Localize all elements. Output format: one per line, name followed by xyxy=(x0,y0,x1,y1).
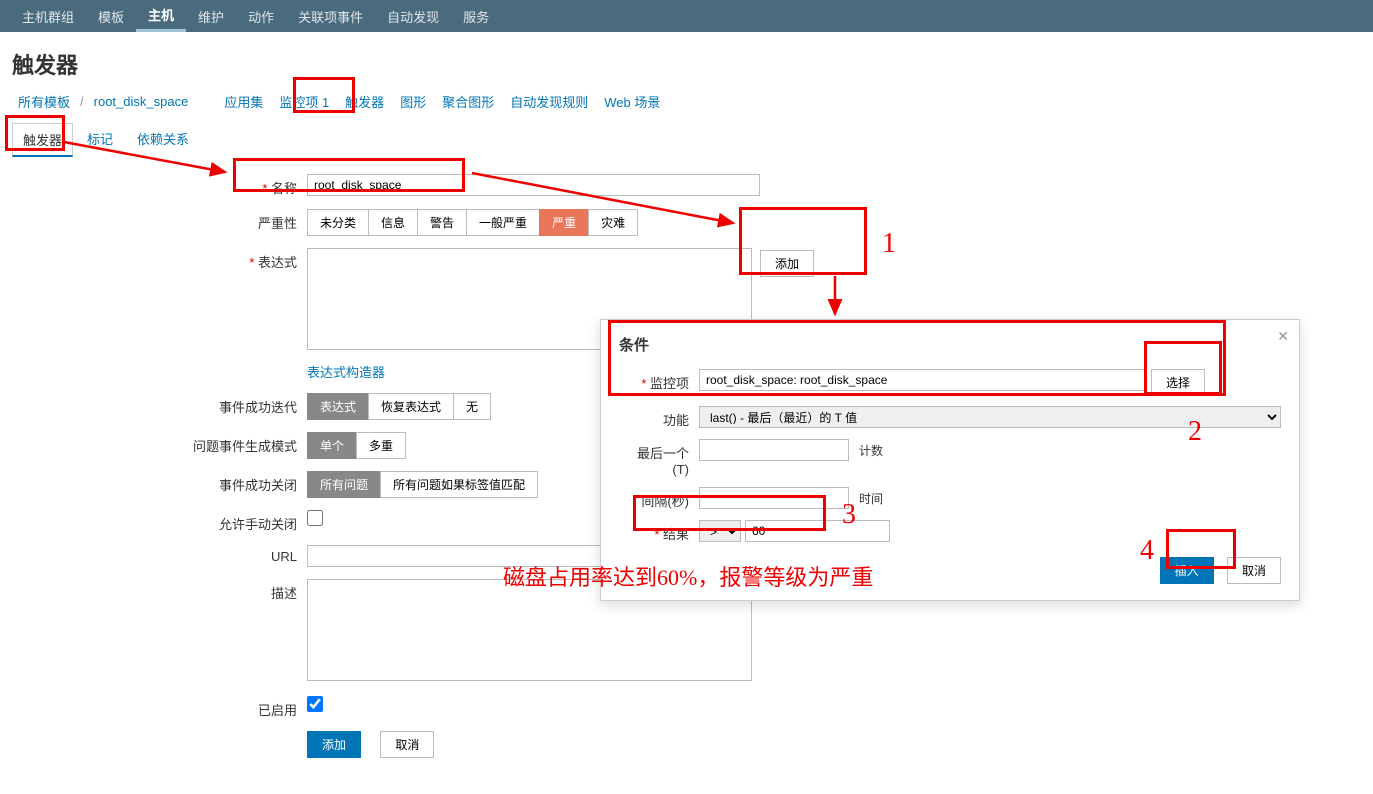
nav-maintenance[interactable]: 维护 xyxy=(186,0,236,32)
sev-average[interactable]: 一般严重 xyxy=(466,209,540,236)
bc-apps[interactable]: 应用集 xyxy=(218,92,269,111)
subtab-dependencies[interactable]: 依赖关系 xyxy=(127,123,199,157)
name-label: 名称 xyxy=(262,181,297,196)
problem-mode-label: 问题事件生成模式 xyxy=(193,439,297,454)
modal-last-label: 最后一个 (T) xyxy=(637,446,689,477)
page-title: 触发器 xyxy=(0,32,1373,88)
modal-item-input[interactable] xyxy=(699,369,1147,391)
bc-web-scenarios[interactable]: Web 场景 xyxy=(598,92,666,111)
ok-event-none[interactable]: 无 xyxy=(453,393,491,420)
bc-screens[interactable]: 聚合图形 xyxy=(436,92,500,111)
enabled-label: 已启用 xyxy=(258,703,297,718)
bc-triggers[interactable]: 触发器 xyxy=(339,92,390,111)
sev-info[interactable]: 信息 xyxy=(368,209,418,236)
modal-cancel-button[interactable]: 取消 xyxy=(1227,557,1281,584)
annotation-num-2: 2 xyxy=(1188,416,1202,448)
ok-event-expression[interactable]: 表达式 xyxy=(307,393,369,420)
ok-close-tag-match[interactable]: 所有问题如果标签值匹配 xyxy=(380,471,538,498)
manual-close-label: 允许手动关闭 xyxy=(219,517,297,532)
modal-result-op-select[interactable]: >= xyxy=(699,520,741,542)
expression-constructor-link[interactable]: 表达式构造器 xyxy=(307,365,385,380)
top-nav: 主机群组 模板 主机 维护 动作 关联项事件 自动发现 服务 xyxy=(0,0,1373,32)
breadcrumb: 所有模板 / root_disk_space 应用集 监控项 1 触发器 图形 … xyxy=(0,88,1373,123)
subtab-tags[interactable]: 标记 xyxy=(77,123,123,157)
bc-discovery-rules[interactable]: 自动发现规则 xyxy=(504,92,594,111)
modal-function-label: 功能 xyxy=(663,413,689,428)
problem-mode-single[interactable]: 单个 xyxy=(307,432,357,459)
submit-cancel-button[interactable]: 取消 xyxy=(380,731,434,758)
sev-high[interactable]: 严重 xyxy=(539,209,589,236)
submit-add-button[interactable]: 添加 xyxy=(307,731,361,758)
nav-host-group[interactable]: 主机群组 xyxy=(10,0,86,32)
ok-event-label: 事件成功迭代 xyxy=(219,400,297,415)
sev-warning[interactable]: 警告 xyxy=(417,209,467,236)
nav-services[interactable]: 服务 xyxy=(451,0,501,32)
ok-event-recovery[interactable]: 恢复表达式 xyxy=(368,393,454,420)
annotation-num-3: 3 xyxy=(842,499,856,531)
nav-actions[interactable]: 动作 xyxy=(236,0,286,32)
manual-close-checkbox[interactable] xyxy=(307,510,323,526)
modal-select-button[interactable]: 选择 xyxy=(1151,369,1205,396)
severity-label: 严重性 xyxy=(258,216,297,231)
url-label: URL xyxy=(271,549,297,564)
sev-not-classified[interactable]: 未分类 xyxy=(307,209,369,236)
annotation-text: 磁盘占用率达到60%，报警等级为严重 xyxy=(503,560,873,592)
modal-last-input[interactable] xyxy=(699,439,849,461)
modal-result-label: 结果 xyxy=(654,527,689,542)
enabled-checkbox[interactable] xyxy=(307,696,323,712)
modal-item-label: 监控项 xyxy=(641,376,689,391)
expression-add-button[interactable]: 添加 xyxy=(760,250,814,277)
bc-items[interactable]: 监控项 1 xyxy=(273,92,335,111)
severity-group: 未分类 信息 警告 一般严重 严重 灾难 xyxy=(307,209,1361,236)
annotation-num-4: 4 xyxy=(1140,535,1154,567)
problem-mode-multiple[interactable]: 多重 xyxy=(356,432,406,459)
modal-interval-label: 间隔(秒) xyxy=(641,494,689,509)
nav-correlation[interactable]: 关联项事件 xyxy=(286,0,375,32)
bc-graphs[interactable]: 图形 xyxy=(394,92,432,111)
sev-disaster[interactable]: 灾难 xyxy=(588,209,638,236)
condition-modal: ✕ 条件 监控项 选择 功能 last() - 最后（最近）的 T 值 最后一个… xyxy=(600,319,1300,601)
modal-close-icon[interactable]: ✕ xyxy=(1277,328,1289,345)
nav-discovery[interactable]: 自动发现 xyxy=(375,0,451,32)
name-input[interactable] xyxy=(307,174,760,196)
modal-interval-input[interactable] xyxy=(699,487,849,509)
ok-close-all[interactable]: 所有问题 xyxy=(307,471,381,498)
nav-templates[interactable]: 模板 xyxy=(86,0,136,32)
subtab-trigger[interactable]: 触发器 xyxy=(12,123,73,157)
subtabs: 触发器 标记 依赖关系 xyxy=(0,123,1373,158)
modal-interval-unit: 时间 xyxy=(859,490,883,507)
modal-result-value-input[interactable] xyxy=(745,520,890,542)
desc-label: 描述 xyxy=(271,586,297,601)
expression-label: 表达式 xyxy=(249,255,297,270)
modal-insert-button[interactable]: 插入 xyxy=(1160,557,1214,584)
nav-hosts[interactable]: 主机 xyxy=(136,0,186,32)
bc-template-name[interactable]: root_disk_space xyxy=(88,94,195,109)
annotation-num-1: 1 xyxy=(882,228,896,260)
modal-title: 条件 xyxy=(619,334,1281,355)
ok-close-label: 事件成功关闭 xyxy=(219,478,297,493)
bc-sep: / xyxy=(80,94,84,109)
bc-all-templates[interactable]: 所有模板 xyxy=(12,92,76,111)
modal-last-unit: 计数 xyxy=(859,442,883,459)
